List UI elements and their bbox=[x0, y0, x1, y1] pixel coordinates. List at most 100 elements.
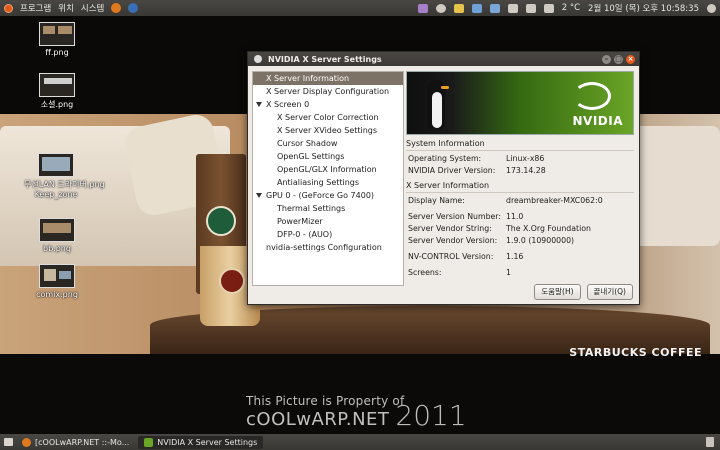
info-panel: NVIDIA System Information Operating Syst… bbox=[406, 71, 634, 279]
top-panel: 프로그램 위치 시스템 2 °C 2월 10일 (목) 오후 10:58:35 bbox=[0, 0, 720, 16]
info-key: NVIDIA Driver Version: bbox=[408, 166, 496, 175]
info-value: The X.Org Foundation bbox=[506, 224, 591, 233]
menu-places[interactable]: 위치 bbox=[58, 2, 74, 14]
power-icon[interactable] bbox=[707, 3, 716, 13]
mail-icon[interactable] bbox=[525, 3, 536, 13]
tree-item-x-screen-0[interactable]: X Screen 0 bbox=[253, 98, 403, 111]
credit-year: 2011 bbox=[395, 399, 467, 432]
folder-icon[interactable] bbox=[453, 3, 464, 13]
tree-item-gpu-0[interactable]: GPU 0 - (GeForce Go 7400) bbox=[253, 189, 403, 202]
quit-button[interactable]: 끝내기(Q) bbox=[586, 284, 633, 300]
expander-arrow-icon[interactable] bbox=[256, 102, 262, 107]
tree-item-label: X Server Information bbox=[266, 74, 350, 83]
info-key: Display Name: bbox=[408, 196, 465, 205]
tree-item-cursor-shadow[interactable]: Cursor Shadow bbox=[253, 137, 403, 150]
tree-item-label: PowerMizer bbox=[277, 217, 323, 226]
credit-site-name: cOOLwARP.NET bbox=[246, 409, 390, 430]
system-tray: 2 °C 2월 10일 (목) 오후 10:58:35 bbox=[417, 0, 716, 16]
info-value: 1.16 bbox=[506, 252, 524, 261]
menu-applications[interactable]: 프로그램 bbox=[20, 2, 51, 14]
desktop-icon-bb[interactable]: bb.png bbox=[27, 218, 87, 253]
info-row: Server Version Number: 11.0 bbox=[406, 211, 634, 223]
task-item-nvidia-settings[interactable]: NVIDIA X Server Settings bbox=[138, 435, 264, 449]
desktop-icon-label: 소셜.png bbox=[40, 100, 74, 109]
indicator-icon[interactable] bbox=[417, 3, 428, 13]
tree-item-color-correction[interactable]: X Server Color Correction bbox=[253, 111, 403, 124]
bottom-taskbar: [cOOLwARP.NET ::-Mo... NVIDIA X Server S… bbox=[0, 434, 720, 450]
tree-item-xvideo-settings[interactable]: X Server XVideo Settings bbox=[253, 124, 403, 137]
chat-icon[interactable] bbox=[435, 3, 446, 13]
help-button[interactable]: 도움말(H) bbox=[534, 284, 581, 300]
nvidia-banner: NVIDIA bbox=[406, 71, 634, 135]
desktop-icon-wlan[interactable]: 무선LAN 드라이버.png Keep_zone bbox=[24, 153, 105, 199]
help-launcher-icon[interactable] bbox=[128, 3, 139, 13]
nvidia-icon bbox=[144, 437, 154, 447]
tree-item-antialiasing-settings[interactable]: Antialiasing Settings bbox=[253, 176, 403, 189]
wallpaper-brand: STARBUCKS COFFEE bbox=[569, 346, 702, 359]
wallpaper-credit-line: This Picture is Property of bbox=[246, 394, 405, 408]
battery-icon[interactable] bbox=[543, 3, 554, 13]
top-menus: 프로그램 위치 시스템 bbox=[0, 2, 139, 14]
tree-item-opengl-settings[interactable]: OpenGL Settings bbox=[253, 150, 403, 163]
tree-item-label: X Screen 0 bbox=[266, 100, 310, 109]
info-row: NVIDIA Driver Version: 173.14.28 bbox=[406, 165, 634, 177]
task-item-label: NVIDIA X Server Settings bbox=[157, 437, 258, 447]
tree-item-display-configuration[interactable]: X Server Display Configuration bbox=[253, 85, 403, 98]
desktop-icon-comix[interactable]: comix.png bbox=[27, 264, 87, 299]
tree-item-thermal-settings[interactable]: Thermal Settings bbox=[253, 202, 403, 215]
clock-label[interactable]: 2월 10일 (목) 오후 10:58:35 bbox=[588, 2, 699, 14]
desktop-icon-ff[interactable]: ff.png bbox=[27, 22, 87, 57]
window-controls: – □ × bbox=[602, 54, 635, 64]
info-value: 173.14.28 bbox=[506, 166, 546, 175]
info-row: NV-CONTROL Version: 1.16 bbox=[406, 251, 634, 263]
tree-item-x-server-information[interactable]: X Server Information bbox=[253, 72, 403, 85]
xserver-info-title: X Server Information bbox=[406, 181, 490, 190]
image-thumbnail-icon bbox=[39, 218, 75, 242]
trash-icon[interactable] bbox=[706, 437, 714, 447]
tree-item-label: Thermal Settings bbox=[277, 204, 346, 213]
window-titlebar[interactable]: NVIDIA X Server Settings – □ × bbox=[248, 52, 639, 66]
desktop-icon-label: bb.png bbox=[43, 244, 71, 253]
tree-item-opengl-glx-information[interactable]: OpenGL/GLX Information bbox=[253, 163, 403, 176]
firefox-launcher-icon[interactable] bbox=[111, 3, 122, 13]
show-desktop-icon[interactable] bbox=[4, 438, 13, 446]
close-button[interactable]: × bbox=[626, 54, 635, 64]
desktop-icon-social[interactable]: 소셜.png bbox=[27, 73, 87, 110]
wallpaper-bag-logo bbox=[206, 206, 236, 236]
task-item-label: [cOOLwARP.NET ::-Mo... bbox=[35, 437, 130, 447]
info-key: Server Vendor Version: bbox=[408, 236, 498, 245]
minimize-button[interactable]: – bbox=[602, 54, 611, 64]
maximize-button[interactable]: □ bbox=[614, 54, 623, 64]
info-key: Server Version Number: bbox=[408, 212, 502, 221]
dialog-buttons: 도움말(H) 끝내기(Q) bbox=[534, 284, 633, 300]
desktop-icon-label: 무선LAN 드라이버.png Keep_zone bbox=[24, 180, 105, 199]
section-divider bbox=[406, 192, 634, 193]
window-menu-icon[interactable] bbox=[254, 55, 262, 63]
info-value: Linux-x86 bbox=[506, 154, 545, 163]
tree-item-label: OpenGL/GLX Information bbox=[277, 165, 377, 174]
volume-icon[interactable] bbox=[507, 3, 518, 13]
tree-item-label: Antialiasing Settings bbox=[277, 178, 360, 187]
expander-arrow-icon[interactable] bbox=[256, 193, 262, 198]
tree-item-label: nvidia-settings Configuration bbox=[266, 243, 382, 252]
nvidia-settings-window: NVIDIA X Server Settings – □ × X Server … bbox=[247, 51, 640, 305]
info-key: Server Vendor String: bbox=[408, 224, 492, 233]
tree-item-nvidia-settings-configuration[interactable]: nvidia-settings Configuration bbox=[253, 241, 403, 254]
tree-item-label: X Server XVideo Settings bbox=[277, 126, 378, 135]
network-icon[interactable] bbox=[471, 3, 482, 13]
ubuntu-logo-icon[interactable] bbox=[4, 3, 13, 13]
tree-item-powermizer[interactable]: PowerMizer bbox=[253, 215, 403, 228]
bluetooth-icon[interactable] bbox=[489, 3, 500, 13]
info-key: Operating System: bbox=[408, 154, 482, 163]
window-title: NVIDIA X Server Settings bbox=[268, 54, 382, 64]
weather-label[interactable]: 2 °C bbox=[562, 3, 580, 13]
task-item-firefox[interactable]: [cOOLwARP.NET ::-Mo... bbox=[16, 436, 135, 449]
info-value: 11.0 bbox=[506, 212, 524, 221]
info-row: Server Vendor Version: 1.9.0 (10900000) bbox=[406, 235, 634, 247]
tree-item-label: X Server Display Configuration bbox=[266, 87, 390, 96]
info-row: Display Name: dreambreaker-MXC062:0 bbox=[406, 195, 634, 207]
info-key: NV-CONTROL Version: bbox=[408, 252, 494, 261]
image-thumbnail-icon bbox=[39, 73, 75, 97]
menu-system[interactable]: 시스템 bbox=[81, 2, 104, 14]
tree-item-dfp-0[interactable]: DFP-0 - (AUO) bbox=[253, 228, 403, 241]
